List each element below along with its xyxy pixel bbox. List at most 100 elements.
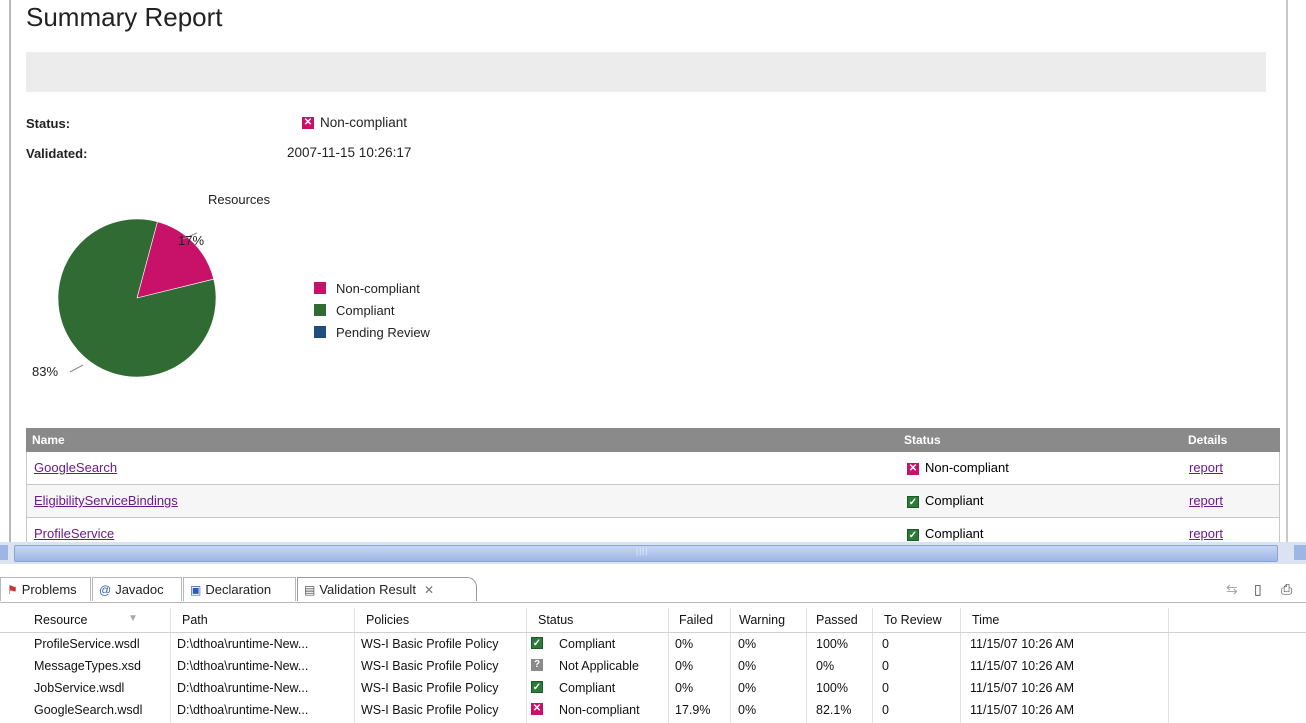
- export-icon[interactable]: ▯: [1254, 581, 1262, 598]
- cell-status: Not Applicable: [559, 659, 639, 673]
- table-row[interactable]: MessageTypes.xsd D:\dthoa\runtime-New... W…: [0, 656, 1306, 678]
- chart-legend: Non-compliant Compliant Pending Review: [314, 277, 430, 343]
- cell-passed: 100%: [816, 637, 848, 651]
- cell-resource: MessageTypes.xsd: [34, 659, 141, 673]
- page-title: Summary Report: [26, 2, 223, 32]
- at-icon: @: [99, 582, 112, 597]
- status-value: ✕ Non-compliant: [302, 115, 408, 130]
- tab-validation-result[interactable]: ▤ Validation Result ✕: [297, 577, 477, 601]
- col-header-to-review[interactable]: To Review: [884, 613, 942, 627]
- print-icon[interactable]: ⎙: [1281, 581, 1292, 598]
- resource-link[interactable]: ProfileService: [34, 526, 114, 541]
- col-details-header: Details: [1188, 433, 1228, 447]
- cell-policy: WS-I Basic Profile Policy: [361, 659, 499, 673]
- grip-icon: ||||: [636, 547, 649, 556]
- cell-to-review: 0: [882, 681, 889, 695]
- declaration-icon: ▣: [190, 582, 202, 597]
- check-icon: ✓: [531, 681, 543, 693]
- validated-value: 2007-11-15 10:26:17: [287, 145, 412, 160]
- col-header-resource[interactable]: Resource: [34, 613, 88, 627]
- legend-swatch: [314, 326, 326, 338]
- cell-passed: 82.1%: [816, 703, 852, 717]
- tab-declaration[interactable]: ▣ Declaration: [183, 577, 296, 601]
- tab-javadoc[interactable]: @ Javadoc: [92, 577, 182, 601]
- check-icon: ✓: [907, 528, 919, 541]
- check-icon: ✓: [907, 495, 919, 508]
- cell-time: 11/15/07 10:26 AM: [970, 703, 1075, 717]
- grid-header: Resource ▼ Path Policies Status Failed W…: [0, 608, 1306, 633]
- cell-resource: GoogleSearch.wsdl: [34, 703, 143, 717]
- cell-path: D:\dthoa\runtime-New...: [177, 637, 309, 651]
- cell-passed: 0%: [816, 659, 835, 673]
- resource-link[interactable]: GoogleSearch: [34, 460, 117, 475]
- refresh-icon[interactable]: ⇆: [1226, 581, 1238, 598]
- col-header-warning[interactable]: Warning: [739, 613, 785, 627]
- cell-policy: WS-I Basic Profile Policy: [361, 637, 499, 651]
- cell-to-review: 0: [882, 637, 889, 651]
- report-table-header: Name Status Details: [26, 428, 1280, 452]
- table-row[interactable]: ProfileService.wsdl D:\dthoa\runtime-New.…: [0, 634, 1306, 656]
- row-status: ✓ Compliant: [907, 526, 984, 541]
- cell-policy: WS-I Basic Profile Policy: [361, 703, 499, 717]
- cell-status: Compliant: [559, 681, 616, 695]
- horizontal-scrollbar[interactable]: ||||: [0, 542, 1306, 564]
- table-row: GoogleSearch ✕ Non-compliant report: [26, 452, 1280, 485]
- report-link[interactable]: report: [1189, 493, 1223, 508]
- right-divider: [1286, 0, 1288, 542]
- check-icon: ✓: [531, 637, 543, 649]
- validation-results-table: Resource ▼ Path Policies Status Failed W…: [0, 608, 1306, 723]
- col-header-policies[interactable]: Policies: [366, 613, 409, 627]
- resource-link[interactable]: EligibilityServiceBindings: [34, 493, 178, 508]
- x-icon: ✕: [907, 462, 919, 475]
- col-header-status[interactable]: Status: [538, 613, 573, 627]
- na-icon: ?: [531, 659, 543, 671]
- validated-label: Validated:: [26, 146, 88, 161]
- x-icon: ✕: [531, 703, 543, 715]
- cell-time: 11/15/07 10:26 AM: [970, 681, 1075, 695]
- header-band: [26, 52, 1266, 92]
- cell-to-review: 0: [882, 703, 889, 717]
- scroll-left-button[interactable]: [0, 545, 8, 560]
- pie-chart: 17% 83%: [32, 218, 217, 379]
- col-status-header: Status: [904, 433, 941, 447]
- col-header-failed[interactable]: Failed: [679, 613, 713, 627]
- left-divider: [9, 0, 11, 542]
- report-link[interactable]: report: [1189, 460, 1223, 475]
- col-name-header: Name: [32, 433, 65, 447]
- legend-item-pending-review: Pending Review: [314, 321, 430, 343]
- cell-warning: 0%: [738, 703, 757, 717]
- status-label: Status:: [26, 116, 71, 131]
- cell-failed: 17.9%: [675, 703, 711, 717]
- row-status: ✕ Non-compliant: [907, 460, 1009, 475]
- cell-resource: ProfileService.wsdl: [34, 637, 140, 651]
- legend-item-compliant: Compliant: [314, 299, 430, 321]
- col-header-path[interactable]: Path: [182, 613, 208, 627]
- col-header-passed[interactable]: Passed: [816, 613, 858, 627]
- report-link[interactable]: report: [1189, 526, 1223, 541]
- validation-icon: ▤: [304, 582, 316, 597]
- cell-status: Non-compliant: [559, 703, 640, 717]
- label-leader-line: [69, 364, 84, 373]
- cell-passed: 100%: [816, 681, 848, 695]
- cell-failed: 0%: [675, 637, 694, 651]
- tab-problems[interactable]: ⚑ Problems: [0, 577, 91, 601]
- cell-warning: 0%: [738, 681, 757, 695]
- table-row[interactable]: JobService.wsdl D:\dthoa\runtime-New... WS…: [0, 678, 1306, 700]
- cell-failed: 0%: [675, 681, 694, 695]
- cell-status: Compliant: [559, 637, 616, 651]
- scroll-right-button[interactable]: [1294, 545, 1306, 560]
- cell-to-review: 0: [882, 659, 889, 673]
- table-row: EligibilityServiceBindings ✓ Compliant re…: [26, 485, 1280, 518]
- label-17-percent: 17%: [178, 233, 204, 248]
- sort-down-icon[interactable]: ▼: [128, 613, 138, 624]
- table-row[interactable]: GoogleSearch.wsdl D:\dthoa\runtime-New...…: [0, 700, 1306, 722]
- view-tab-bar: ⚑ Problems @ Javadoc ▣ Declaration ▤ Validat…: [0, 574, 1306, 603]
- cell-warning: 0%: [738, 637, 757, 651]
- cell-resource: JobService.wsdl: [34, 681, 125, 695]
- legend-item-non-compliant: Non-compliant: [314, 277, 430, 299]
- cell-path: D:\dthoa\runtime-New...: [177, 659, 309, 673]
- table-row: ProfileService ✓ Compliant report: [26, 518, 1280, 542]
- cell-failed: 0%: [675, 659, 694, 673]
- col-header-time[interactable]: Time: [972, 613, 999, 627]
- close-icon[interactable]: ✕: [424, 583, 434, 597]
